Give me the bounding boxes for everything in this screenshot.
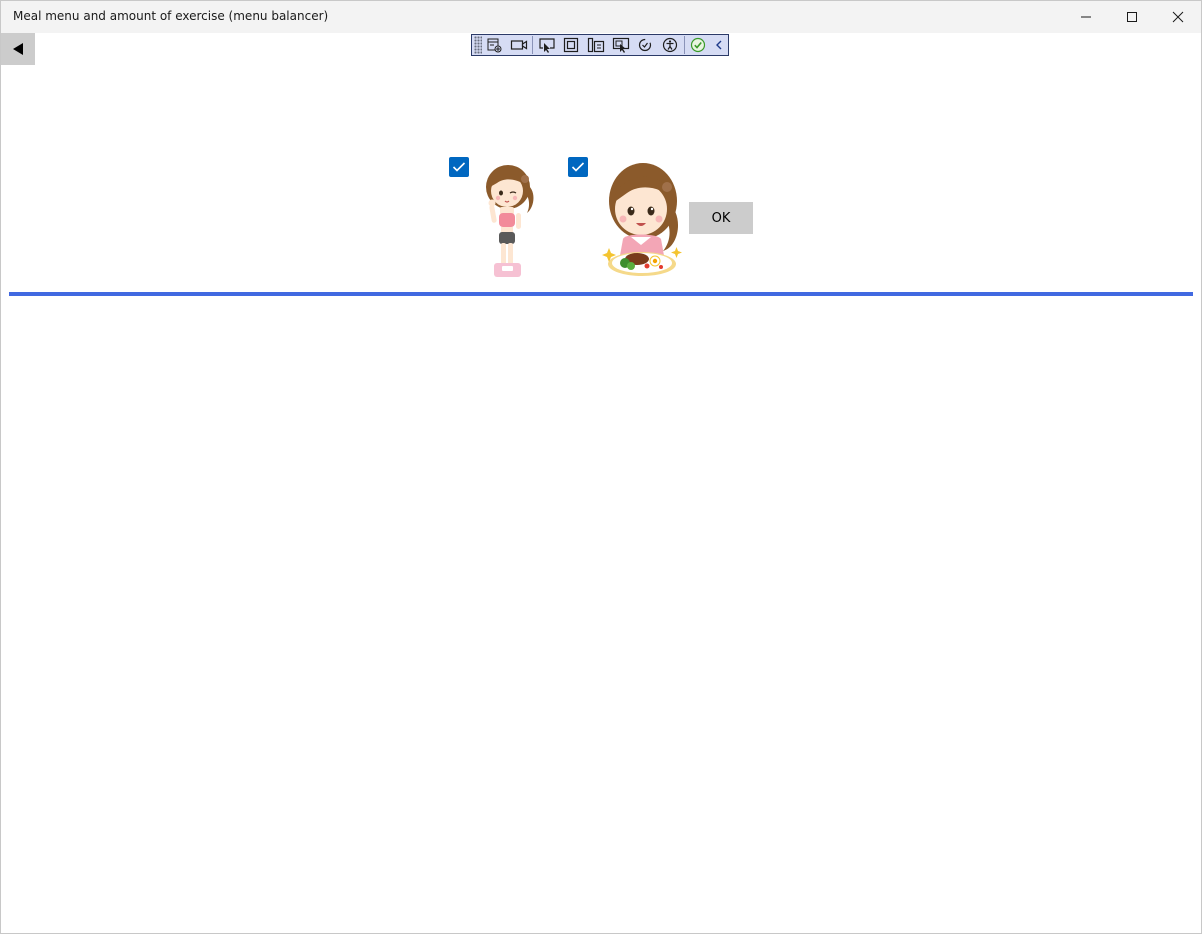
select-adorner-button[interactable]	[608, 35, 633, 55]
video-button[interactable]	[507, 35, 532, 55]
ok-button[interactable]: OK	[689, 202, 753, 234]
exercise-checkbox[interactable]	[449, 157, 469, 177]
select-element-button[interactable]	[534, 35, 559, 55]
xaml-debug-toolbar	[471, 34, 729, 56]
section-divider	[9, 292, 1193, 296]
toolbar-grip[interactable]	[474, 36, 482, 54]
display-layout-adorners-icon	[564, 37, 579, 53]
track-focus-icon	[587, 37, 605, 53]
back-button[interactable]	[1, 33, 35, 65]
select-element-icon	[539, 38, 555, 53]
checkmark-icon	[571, 162, 585, 172]
live-visual-tree-button[interactable]	[482, 35, 507, 55]
layout-adorners-button[interactable]	[559, 35, 584, 55]
collapse-icon	[716, 40, 722, 50]
accessibility-icon	[663, 37, 678, 53]
check-icon	[690, 37, 705, 53]
close-button[interactable]	[1155, 1, 1201, 33]
window-title: Meal menu and amount of exercise (menu b…	[13, 9, 329, 23]
hot-reload-icon	[639, 38, 652, 52]
hot-reload-button[interactable]	[633, 35, 658, 55]
checkmark-icon	[452, 162, 466, 172]
live-visual-tree-icon	[487, 38, 502, 53]
back-arrow-icon	[13, 43, 23, 55]
toolbar-separator	[532, 36, 534, 54]
minimize-button[interactable]	[1063, 1, 1109, 33]
close-icon	[1172, 11, 1184, 23]
meal-checkbox[interactable]	[568, 157, 588, 177]
maximize-icon	[1127, 12, 1137, 22]
video-icon	[510, 40, 528, 50]
toolbar-separator	[683, 36, 685, 54]
check-button[interactable]	[686, 35, 711, 55]
title-bar[interactable]: Meal menu and amount of exercise (menu b…	[1, 1, 1201, 33]
accessibility-button[interactable]	[658, 35, 683, 55]
track-focus-button[interactable]	[584, 35, 609, 55]
collapse-toolbar-button[interactable]	[710, 35, 728, 55]
maximize-button[interactable]	[1109, 1, 1155, 33]
woman-with-meal-illustration	[602, 163, 682, 276]
woman-on-scale-illustration	[486, 165, 534, 277]
select-adorner-icon	[612, 37, 629, 53]
minimize-icon	[1081, 16, 1091, 18]
app-window: Meal menu and amount of exercise (menu b…	[0, 0, 1202, 934]
